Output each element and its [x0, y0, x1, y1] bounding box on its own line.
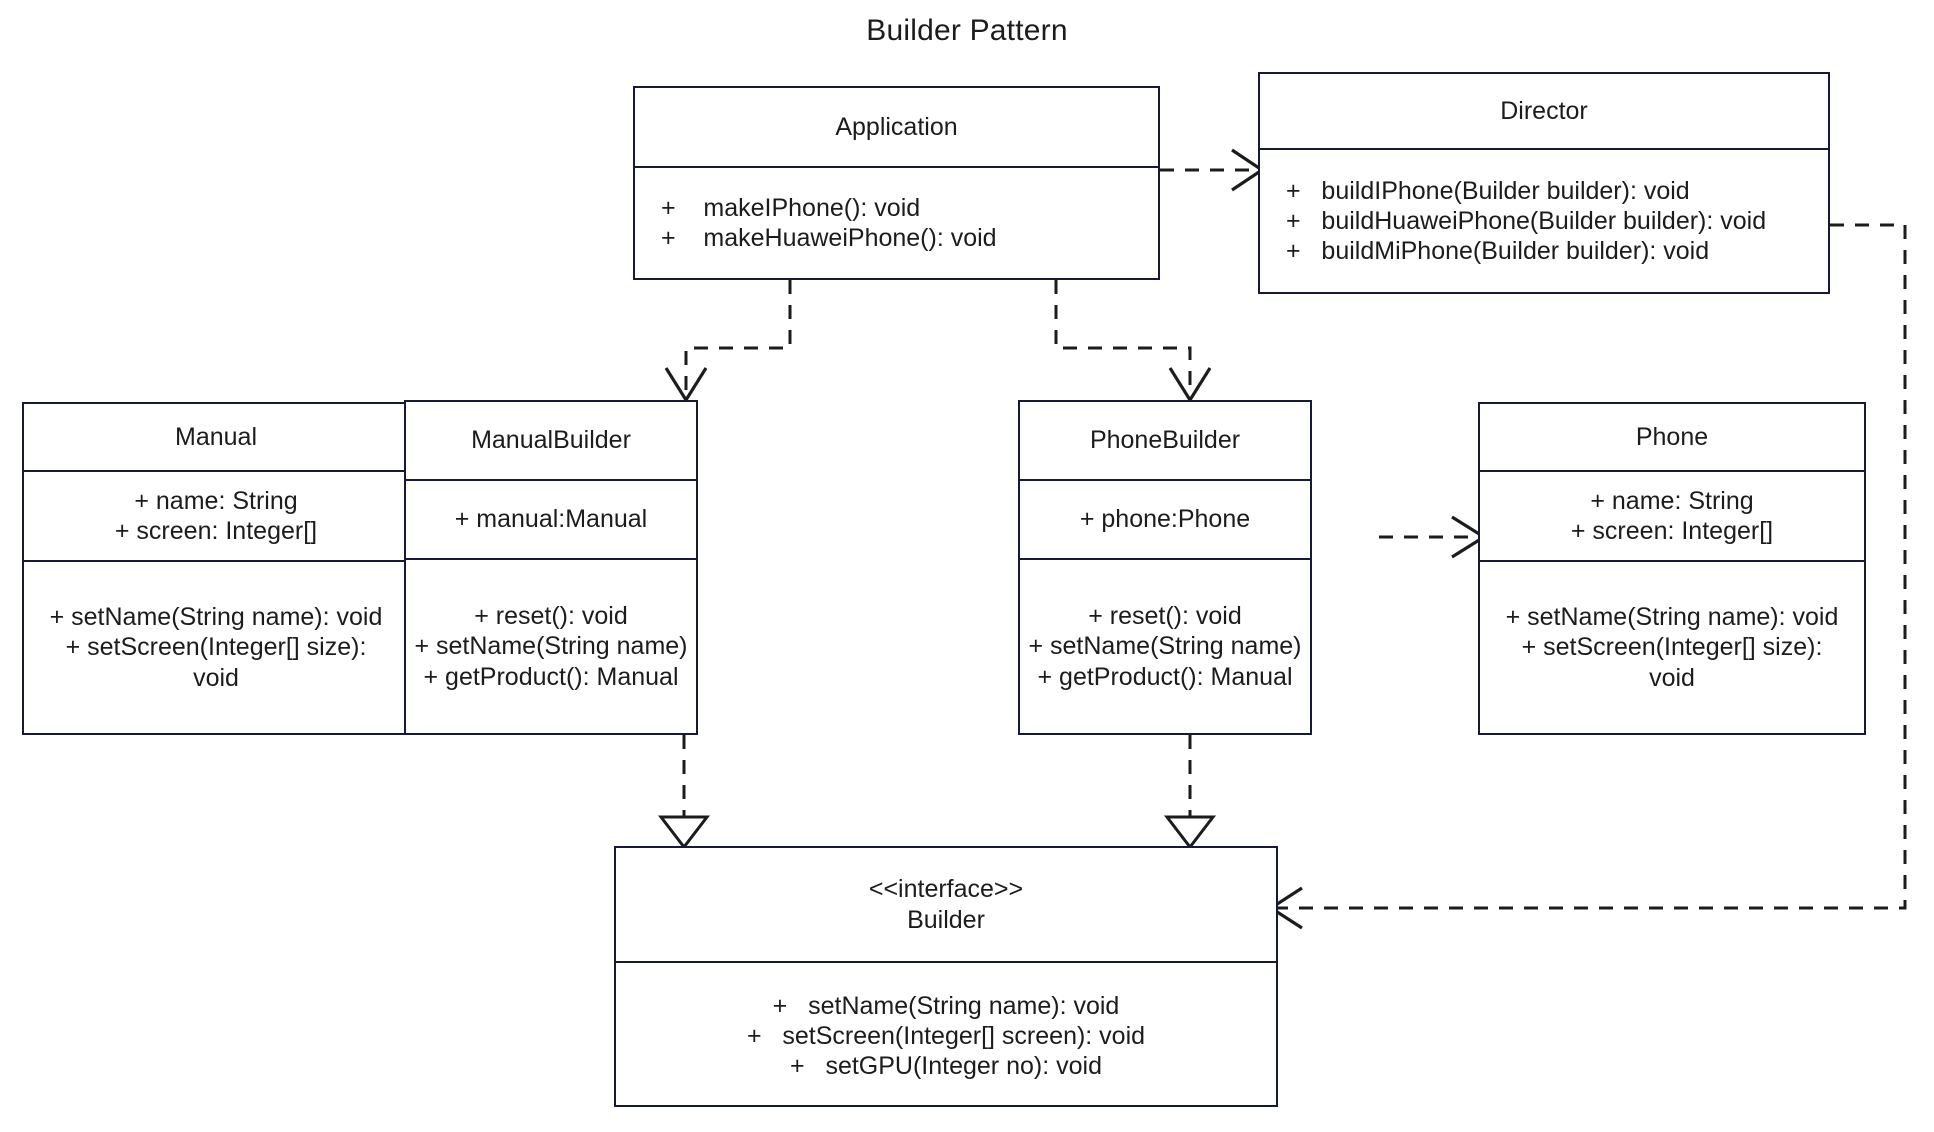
edge-manualbuilder-realizes-builder [657, 735, 711, 850]
class-box-manual[interactable]: Manual + name: String + screen: Integer[… [22, 402, 410, 735]
class-name-phonebuilder: PhoneBuilder [1089, 426, 1241, 455]
edge-application-to-manualbuilder [664, 280, 792, 404]
class-members-application: + makeIPhone(): void + makeHuaweiPhone()… [635, 166, 1158, 278]
class-header-manualbuilder: ManualBuilder [406, 402, 696, 479]
method-item: + setName(String name): void [1505, 603, 1839, 632]
method-item: + setScreen(Integer[] screen): void [746, 1021, 1146, 1050]
class-box-manualbuilder[interactable]: ManualBuilder + manual:Manual + reset():… [404, 400, 698, 735]
class-name-manualbuilder: ManualBuilder [471, 426, 631, 455]
method-item: + setScreen(Integer[] size): [65, 633, 367, 662]
uml-diagram-canvas: Builder Pattern Application + makeIPhone… [0, 0, 1934, 1132]
member-item: + buildIPhone(Builder builder): void [1286, 176, 1690, 205]
method-item: + setName(String name) [414, 632, 688, 661]
class-name-phone: Phone [1635, 422, 1709, 451]
class-members-director: + buildIPhone(Builder builder): void + b… [1260, 148, 1828, 292]
class-attributes-phonebuilder: + phone:Phone [1020, 479, 1310, 558]
attribute-item: + name: String [134, 486, 298, 515]
attribute-item: + screen: Integer[] [114, 517, 318, 545]
method-item: + setGPU(Integer no): void [790, 1052, 1102, 1081]
member-item: + makeHuaweiPhone(): void [661, 224, 997, 252]
attribute-item: + phone:Phone [1079, 505, 1251, 534]
class-header-phone: Phone [1480, 404, 1864, 470]
attribute-item: + name: String [1590, 486, 1754, 515]
class-methods-builder: + setName(String name): void + setScreen… [616, 961, 1276, 1109]
method-item: void [1649, 663, 1695, 692]
class-box-phonebuilder[interactable]: PhoneBuilder + phone:Phone + reset(): vo… [1018, 400, 1312, 735]
class-box-director[interactable]: Director + buildIPhone(Builder builder):… [1258, 72, 1830, 294]
class-box-application[interactable]: Application + makeIPhone(): void + makeH… [633, 86, 1160, 280]
method-item: + reset(): void [474, 602, 628, 631]
class-header-builder: <<interface>> Builder [616, 848, 1276, 961]
class-header-application: Application [635, 88, 1158, 166]
class-methods-manualbuilder: + reset(): void + setName(String name) +… [406, 558, 696, 733]
attribute-item: + manual:Manual [454, 505, 648, 534]
method-item: void [193, 663, 239, 692]
class-attributes-manualbuilder: + manual:Manual [406, 479, 696, 558]
edge-application-to-director [1160, 148, 1265, 192]
method-item: + getProduct(): Manual [1037, 662, 1293, 691]
edge-application-to-phonebuilder [1054, 280, 1212, 404]
attribute-item: + screen: Integer[] [1570, 517, 1774, 545]
class-attributes-manual: + name: String + screen: Integer[] [24, 470, 408, 560]
class-name-manual: Manual [175, 422, 257, 451]
class-methods-phone: + setName(String name): void + setScreen… [1480, 560, 1864, 733]
method-item: + setName(String name): void [772, 991, 1120, 1020]
class-stereotype-builder: <<interface>> [868, 875, 1024, 903]
class-name-builder: Builder [907, 905, 985, 934]
page-title: Builder Pattern [866, 14, 1068, 47]
edge-phonebuilder-realizes-builder [1163, 735, 1217, 850]
class-methods-manual: + setName(String name): void + setScreen… [24, 560, 408, 733]
method-item: + setScreen(Integer[] size): [1521, 633, 1823, 662]
class-attributes-phone: + name: String + screen: Integer[] [1480, 470, 1864, 560]
class-header-manual: Manual [24, 404, 408, 470]
method-item: + getProduct(): Manual [423, 662, 679, 691]
class-name-application: Application [835, 112, 958, 141]
edge-phonebuilder-to-phone [1379, 515, 1488, 559]
class-name-director: Director [1500, 96, 1588, 125]
method-item: + setName(String name): void [49, 603, 383, 632]
class-header-phonebuilder: PhoneBuilder [1020, 402, 1310, 479]
class-methods-phonebuilder: + reset(): void + setName(String name) +… [1020, 558, 1310, 733]
method-item: + setName(String name) [1028, 632, 1302, 661]
class-box-phone[interactable]: Phone + name: String + screen: Integer[]… [1478, 402, 1866, 735]
member-item: + makeIPhone(): void [661, 193, 921, 222]
class-header-director: Director [1260, 74, 1828, 148]
class-box-builder[interactable]: <<interface>> Builder + setName(String n… [614, 846, 1278, 1107]
method-item: + reset(): void [1088, 602, 1242, 631]
member-item: + buildHuaweiPhone(Builder builder): voi… [1286, 206, 1767, 235]
member-item: + buildMiPhone(Builder builder): void [1286, 237, 1710, 266]
